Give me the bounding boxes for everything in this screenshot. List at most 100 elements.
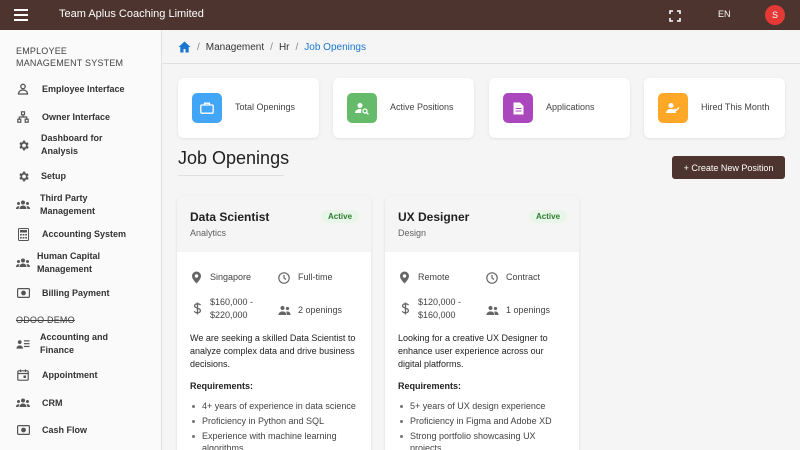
sidebar-item-label: Human Capital Management <box>37 251 101 274</box>
hamburger-menu-icon[interactable] <box>14 9 28 21</box>
stat-label: Hired This Month <box>701 102 770 112</box>
create-new-position-button[interactable]: + Create New Position <box>672 156 785 179</box>
app-title: Team Aplus Coaching Limited <box>59 8 204 20</box>
sidebar-item-label: Accounting System <box>42 228 127 239</box>
location-pin-icon <box>191 271 203 284</box>
salary-line: $220,000 <box>210 310 248 320</box>
divider <box>163 63 800 64</box>
stat-label: Total Openings <box>235 102 296 112</box>
status-badge: Active <box>321 210 360 223</box>
status-badge: Active <box>529 210 568 223</box>
page-title: Job Openings <box>178 148 290 168</box>
job-location: Singapore <box>210 272 252 282</box>
stat-card-hired-this-month[interactable]: Hired This Month <box>644 78 785 138</box>
requirement-item: Proficiency in Python and SQL <box>190 415 360 427</box>
job-card-header: UX Designer Design Active <box>385 196 579 252</box>
sidebar-item-accounting-system[interactable]: Accounting System <box>0 225 161 243</box>
sidebar-item-label: CRM <box>42 397 63 408</box>
location-pin-icon <box>399 271 411 284</box>
group-icon <box>486 303 499 315</box>
requirements-list: 4+ years of experience in data science P… <box>190 400 360 450</box>
breadcrumb-separator: / <box>270 41 273 53</box>
language-selector[interactable]: EN <box>718 9 731 19</box>
requirements-title: Requirements: <box>398 381 462 391</box>
sidebar-item-accounting-and-finance[interactable]: Accounting and Finance <box>0 330 161 358</box>
job-description: Looking for a creative UX Designer to en… <box>398 333 548 369</box>
sidebar-section-title: ODOO DEMO <box>16 315 75 325</box>
sidebar: EMPLOYEE MANAGEMENT SYSTEM Employee Inte… <box>0 30 162 450</box>
home-icon[interactable] <box>178 41 191 53</box>
job-location: Remote <box>418 272 450 282</box>
sidebar-item-label: Setup <box>41 170 67 181</box>
job-openings-count: 1 openings <box>506 305 551 315</box>
title-underline <box>178 175 284 176</box>
sidebar-item-label: Dashboard for Analysis <box>41 133 103 156</box>
gear-icon <box>16 169 30 183</box>
stat-card-applications[interactable]: Applications <box>489 78 630 138</box>
job-type: Full-time <box>298 272 333 282</box>
payment-icon <box>16 286 30 300</box>
sidebar-item-label: Billing Payment <box>42 287 110 298</box>
requirement-item: Strong portfolio showcasing UX projects <box>398 430 568 450</box>
clock-icon <box>486 271 498 284</box>
payment-icon <box>16 423 30 437</box>
fullscreen-icon[interactable] <box>669 9 681 22</box>
breadcrumb: / Management / Hr / Job Openings <box>178 40 366 54</box>
job-card-header: Data Scientist Analytics Active <box>177 196 371 252</box>
briefcase-icon <box>192 93 222 123</box>
salary-line: $160,000 - <box>210 297 254 307</box>
sidebar-section-title: EMPLOYEE MANAGEMENT SYSTEM <box>16 46 124 68</box>
sidebar-item-owner-interface[interactable]: Owner Interface <box>0 108 161 126</box>
clock-icon <box>278 271 290 284</box>
job-description: We are seeking a skilled Data Scientist … <box>190 333 356 369</box>
sidebar-item-third-party-management[interactable]: Third Party Management <box>0 191 161 219</box>
salary-line: $160,000 <box>418 310 456 320</box>
breadcrumb-item[interactable]: Management <box>206 42 264 53</box>
sidebar-item-label: Appointment <box>42 369 98 380</box>
dollar-icon <box>193 302 205 315</box>
sidebar-item-label: Owner Interface <box>42 111 111 122</box>
sidebar-item-crm[interactable]: CRM <box>0 394 161 412</box>
calendar-icon <box>16 368 30 382</box>
sidebar-item-label: Third Party Management <box>40 193 96 216</box>
sidebar-item-human-capital-management[interactable]: Human Capital Management <box>0 249 161 277</box>
group-icon <box>16 396 30 410</box>
group-icon <box>16 198 30 212</box>
requirement-item: 4+ years of experience in data science <box>190 400 360 412</box>
person-check-icon <box>658 93 688 123</box>
sidebar-item-cash-flow[interactable]: Cash Flow <box>0 421 161 439</box>
sidebar-item-label: Cash Flow <box>42 424 88 435</box>
requirement-item: Experience with machine learning algorit… <box>190 430 360 450</box>
breadcrumb-item[interactable]: Hr <box>279 42 290 53</box>
gear-icon <box>16 138 30 152</box>
sidebar-item-billing-payment[interactable]: Billing Payment <box>0 284 161 302</box>
group-icon <box>278 303 291 315</box>
org-chart-icon <box>16 110 30 124</box>
sidebar-item-appointment[interactable]: Appointment <box>0 366 161 384</box>
job-openings-count: 2 openings <box>298 305 343 315</box>
stat-label: Applications <box>546 102 595 112</box>
requirement-item: 5+ years of UX design experience <box>398 400 568 412</box>
group-icon <box>16 256 30 270</box>
job-card[interactable]: Data Scientist Analytics Active Singapor… <box>177 196 371 450</box>
job-title: UX Designer <box>398 210 470 224</box>
requirements-list: 5+ years of UX design experience Profici… <box>398 400 568 450</box>
sidebar-item-employee-interface[interactable]: Employee Interface <box>0 80 161 98</box>
job-department: Analytics <box>190 228 227 238</box>
person-icon <box>16 82 30 96</box>
job-type: Contract <box>506 272 541 282</box>
breadcrumb-current: Job Openings <box>304 41 366 53</box>
salary-line: $120,000 - <box>418 297 462 307</box>
user-avatar[interactable]: S <box>765 5 785 25</box>
sidebar-item-label: Accounting and Finance <box>40 332 108 355</box>
stat-card-active-positions[interactable]: Active Positions <box>333 78 474 138</box>
contact-card-icon <box>16 337 30 351</box>
sidebar-item-dashboard-for-analysis[interactable]: Dashboard for Analysis <box>0 131 161 159</box>
dollar-icon <box>401 302 413 315</box>
job-title: Data Scientist <box>190 210 270 224</box>
job-card[interactable]: UX Designer Design Active Remote Contrac… <box>385 196 579 450</box>
requirements-title: Requirements: <box>190 381 254 391</box>
sidebar-item-setup[interactable]: Setup <box>0 167 161 185</box>
stat-card-total-openings[interactable]: Total Openings <box>178 78 319 138</box>
sidebar-item-label: Employee Interface <box>42 83 125 94</box>
